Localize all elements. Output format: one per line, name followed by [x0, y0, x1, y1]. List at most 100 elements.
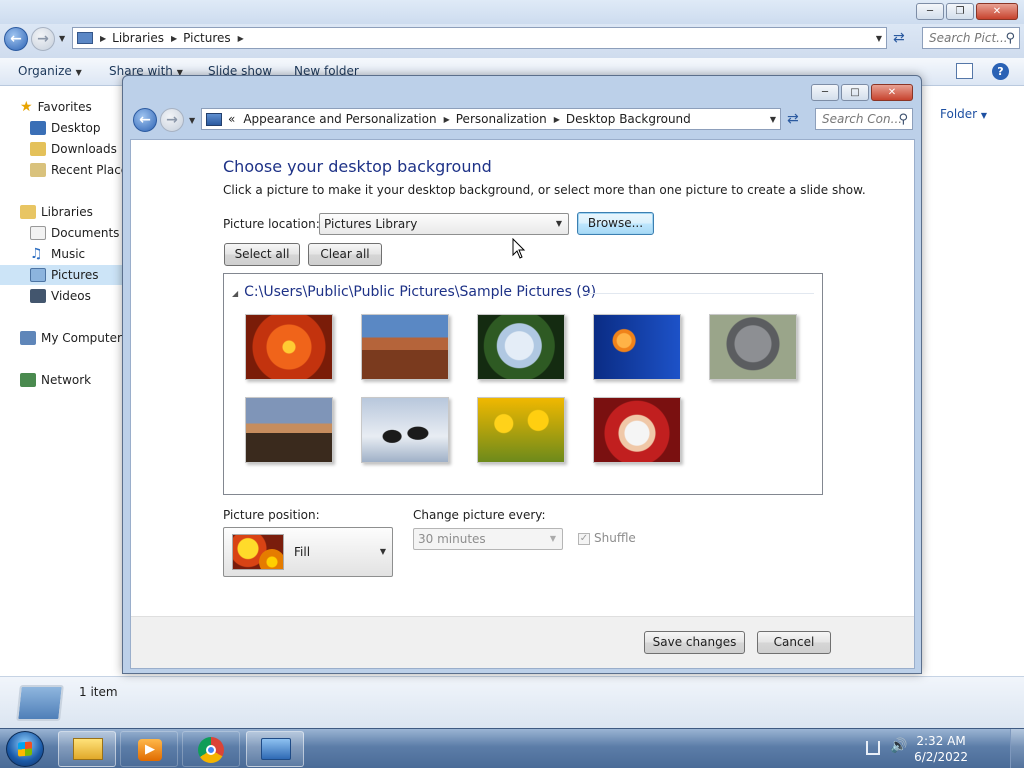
- recent-pages-icon[interactable]: ▼: [59, 34, 65, 43]
- dialog-footer: Save changes Cancel: [131, 616, 914, 668]
- breadcrumb-separator-icon: ▶: [443, 114, 450, 124]
- taskbar-media-player-button[interactable]: ▶: [120, 731, 178, 767]
- search-icon: ⚲: [1005, 31, 1015, 46]
- nav-music-label: Music: [51, 247, 86, 261]
- shuffle-checkbox[interactable]: ✓: [578, 533, 590, 545]
- picture-position-label: Picture position:: [223, 508, 320, 522]
- volume-icon[interactable]: 🔊: [890, 738, 907, 754]
- breadcrumb-overflow[interactable]: «: [228, 112, 235, 126]
- nav-libraries[interactable]: Libraries: [20, 202, 93, 222]
- documents-icon: [30, 226, 46, 240]
- picture-location-label: Picture location:: [223, 217, 320, 231]
- nav-pictures-label: Pictures: [51, 268, 99, 282]
- taskbar-chrome-button[interactable]: [182, 731, 240, 767]
- taskbar-explorer-button[interactable]: [58, 731, 116, 767]
- picture-gallery: ◢ C:\Users\Public\Public Pictures\Sample …: [223, 273, 823, 495]
- nav-pictures[interactable]: Pictures: [0, 265, 122, 285]
- change-picture-label: Change picture every:: [413, 508, 546, 522]
- restore-button[interactable]: ❐: [946, 3, 974, 20]
- nav-network[interactable]: Network: [20, 370, 91, 390]
- explorer-address-bar[interactable]: ▶ Libraries ▶ Pictures ▶ ▼: [72, 27, 887, 49]
- taskbar-control-panel-button[interactable]: [246, 731, 304, 767]
- thumbnail-desert[interactable]: [361, 314, 449, 380]
- thumbnail-hydrangeas[interactable]: [477, 314, 565, 380]
- close-button[interactable]: ✕: [976, 3, 1018, 20]
- nav-my-computer[interactable]: My Computer: [20, 328, 122, 348]
- minimize-button[interactable]: ─: [916, 3, 944, 20]
- breadcrumb-pictures[interactable]: Pictures: [183, 31, 231, 45]
- minimize-button[interactable]: ─: [811, 84, 839, 101]
- maximize-button[interactable]: □: [841, 84, 869, 101]
- save-changes-button[interactable]: Save changes: [644, 631, 745, 654]
- nav-libraries-label: Libraries: [41, 205, 93, 219]
- address-dropdown-icon[interactable]: ▼: [876, 34, 882, 43]
- help-icon[interactable]: ?: [992, 63, 1009, 80]
- start-button[interactable]: [6, 731, 44, 767]
- browse-button[interactable]: Browse...: [577, 212, 654, 235]
- close-button[interactable]: ✕: [871, 84, 913, 101]
- picture-location-select[interactable]: Pictures Library ▼: [319, 213, 569, 235]
- thumbnail-santa[interactable]: [593, 397, 681, 463]
- show-desktop-button[interactable]: [1010, 729, 1024, 768]
- nav-recent-places[interactable]: Recent Places: [30, 160, 134, 180]
- nav-music[interactable]: ♫ Music: [30, 244, 85, 264]
- nav-videos[interactable]: Videos: [30, 286, 91, 306]
- back-button[interactable]: ←: [4, 27, 28, 51]
- preview-pane-icon[interactable]: [956, 63, 973, 79]
- thumbnail-lighthouse[interactable]: [245, 397, 333, 463]
- control-panel-window: ─ □ ✕ ← → ▼ « Appearance and Personaliza…: [122, 75, 922, 674]
- computer-icon: [16, 685, 64, 721]
- refresh-icon[interactable]: ⇄: [893, 30, 905, 46]
- clear-all-button[interactable]: Clear all: [308, 243, 382, 266]
- thumbnail-chrysanthemum[interactable]: [245, 314, 333, 380]
- search-placeholder: Search Pict...: [929, 31, 1008, 45]
- breadcrumb-appearance[interactable]: Appearance and Personalization: [243, 112, 436, 126]
- organize-menu[interactable]: Organize ▼: [18, 64, 82, 78]
- control-panel-icon: [261, 738, 291, 760]
- refresh-icon[interactable]: ⇄: [787, 111, 799, 127]
- forward-button[interactable]: →: [31, 27, 55, 51]
- taskbar: ▶ 🔊 2:32 AM 6/2/2022: [0, 728, 1024, 768]
- group-divider: [584, 293, 814, 294]
- back-button[interactable]: ←: [133, 108, 157, 132]
- shuffle-label: Shuffle: [594, 531, 636, 545]
- mouse-cursor-icon: [512, 238, 526, 259]
- clock[interactable]: 2:32 AM 6/2/2022: [914, 733, 968, 765]
- nav-favorites[interactable]: ★ Favorites: [20, 97, 92, 117]
- breadcrumb-personalization[interactable]: Personalization: [456, 112, 547, 126]
- forward-button[interactable]: →: [160, 108, 184, 132]
- thumbnail-koala[interactable]: [709, 314, 797, 380]
- explorer-search-input[interactable]: Search Pict... ⚲: [922, 27, 1020, 49]
- folder-icon: [73, 738, 103, 760]
- arrange-by-menu[interactable]: Folder ▼: [940, 107, 987, 121]
- nav-documents[interactable]: Documents: [30, 223, 119, 243]
- breadcrumb-separator-icon: ▶: [170, 33, 178, 43]
- breadcrumb-libraries[interactable]: Libraries: [112, 31, 164, 45]
- dialog-window-controls: ─ □ ✕: [811, 84, 913, 101]
- address-dropdown-icon[interactable]: ▼: [770, 115, 776, 124]
- cancel-button[interactable]: Cancel: [757, 631, 831, 654]
- thumbnail-tulips[interactable]: [477, 397, 565, 463]
- picture-position-select[interactable]: Fill ▼: [223, 527, 393, 577]
- nav-downloads[interactable]: Downloads: [30, 139, 117, 159]
- page-description: Click a picture to make it your desktop …: [223, 183, 866, 197]
- network-tray-icon[interactable]: [866, 741, 880, 755]
- recent-places-icon: [30, 163, 46, 177]
- downloads-icon: [30, 142, 46, 156]
- chrome-center: [206, 745, 216, 755]
- select-all-button[interactable]: Select all: [224, 243, 300, 266]
- explorer-titlebar: ─ ❐ ✕: [0, 0, 1024, 24]
- pictures-icon: [30, 268, 46, 282]
- breadcrumb-desktop-background[interactable]: Desktop Background: [566, 112, 691, 126]
- dialog-address-bar[interactable]: « Appearance and Personalization ▶ Perso…: [201, 108, 781, 130]
- group-header[interactable]: ◢ C:\Users\Public\Public Pictures\Sample …: [232, 284, 596, 300]
- dialog-search-input[interactable]: Search Con... ⚲: [815, 108, 913, 130]
- arrange-by-label: Folder: [940, 107, 978, 121]
- thumbnail-penguins[interactable]: [361, 397, 449, 463]
- nav-desktop[interactable]: Desktop: [30, 118, 101, 138]
- breadcrumb-separator-icon: ▶: [100, 33, 107, 43]
- recent-pages-icon[interactable]: ▼: [189, 116, 195, 125]
- thumbnail-jellyfish[interactable]: [593, 314, 681, 380]
- navigation-pane: ★ Favorites Desktop Downloads Recent Plac…: [0, 86, 134, 676]
- change-picture-interval-select[interactable]: 30 minutes ▼: [413, 528, 563, 550]
